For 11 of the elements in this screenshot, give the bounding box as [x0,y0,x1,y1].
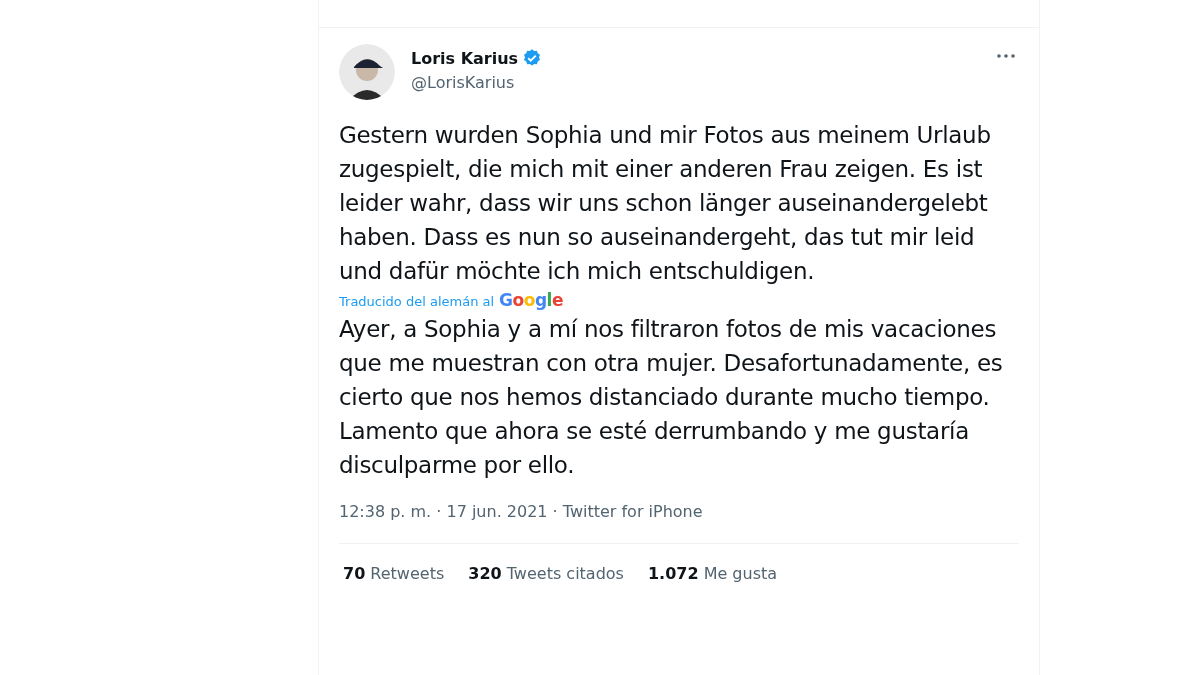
author-name[interactable]: Loris Karius [411,48,519,68]
tweet-text: Gestern wurden Sophia und mir Fotos aus meinem Urlaub zugespielt, die mich mit einer anderen Frau zeigen. Es ist leider wahr, dass wir uns schon länger auseinandergelebt haben. Dass es nun so auseinandergeht, das tut mir leid und dafür möchte ich mich entschuldigen. [339,121,992,286]
translation-note: Traducido del alemán al [339,294,495,309]
stat-link[interactable]: 1.072 Me gusta [647,564,778,583]
author-handle[interactable]: @LorisKarius [411,73,997,92]
stat-link[interactable]: 70 Retweets [343,564,445,583]
translated-text: Ayer, a Sophia y a mí nos filtraron fotos de mis vacaciones que me muestran con otra mujer. Desafortunadamente, es cierto que nos hemos distanciado durante mucho tiempo. Lamento que ahora se esté derrumbando y me gustaría disculparme por ello. [339,315,1004,480]
tweet-timestamp[interactable]: 12:38 p. m. · 17 jun. 2021 · Twitter for iPhone [339,502,1019,544]
stat-link[interactable]: 320 Tweets citados [468,564,624,583]
google-logo[interactable]: Google [499,290,563,310]
avatar-icon[interactable] [339,44,395,100]
